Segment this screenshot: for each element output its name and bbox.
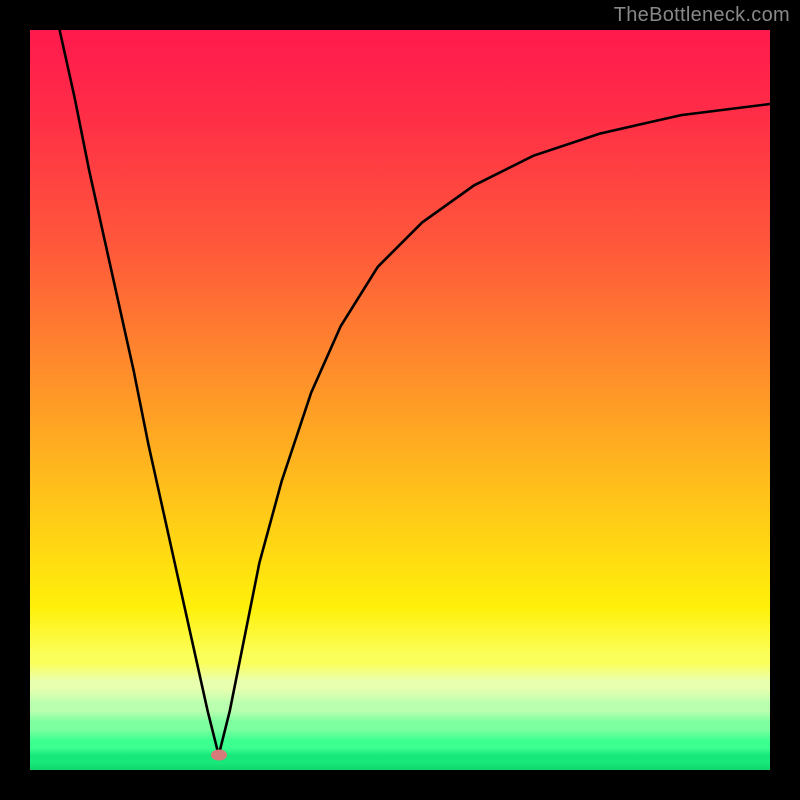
watermark-text: TheBottleneck.com: [614, 4, 790, 27]
minimum-marker: [211, 750, 227, 761]
plot-background-gradient: [30, 30, 770, 770]
chart-frame: TheBottleneck.com: [0, 0, 800, 800]
